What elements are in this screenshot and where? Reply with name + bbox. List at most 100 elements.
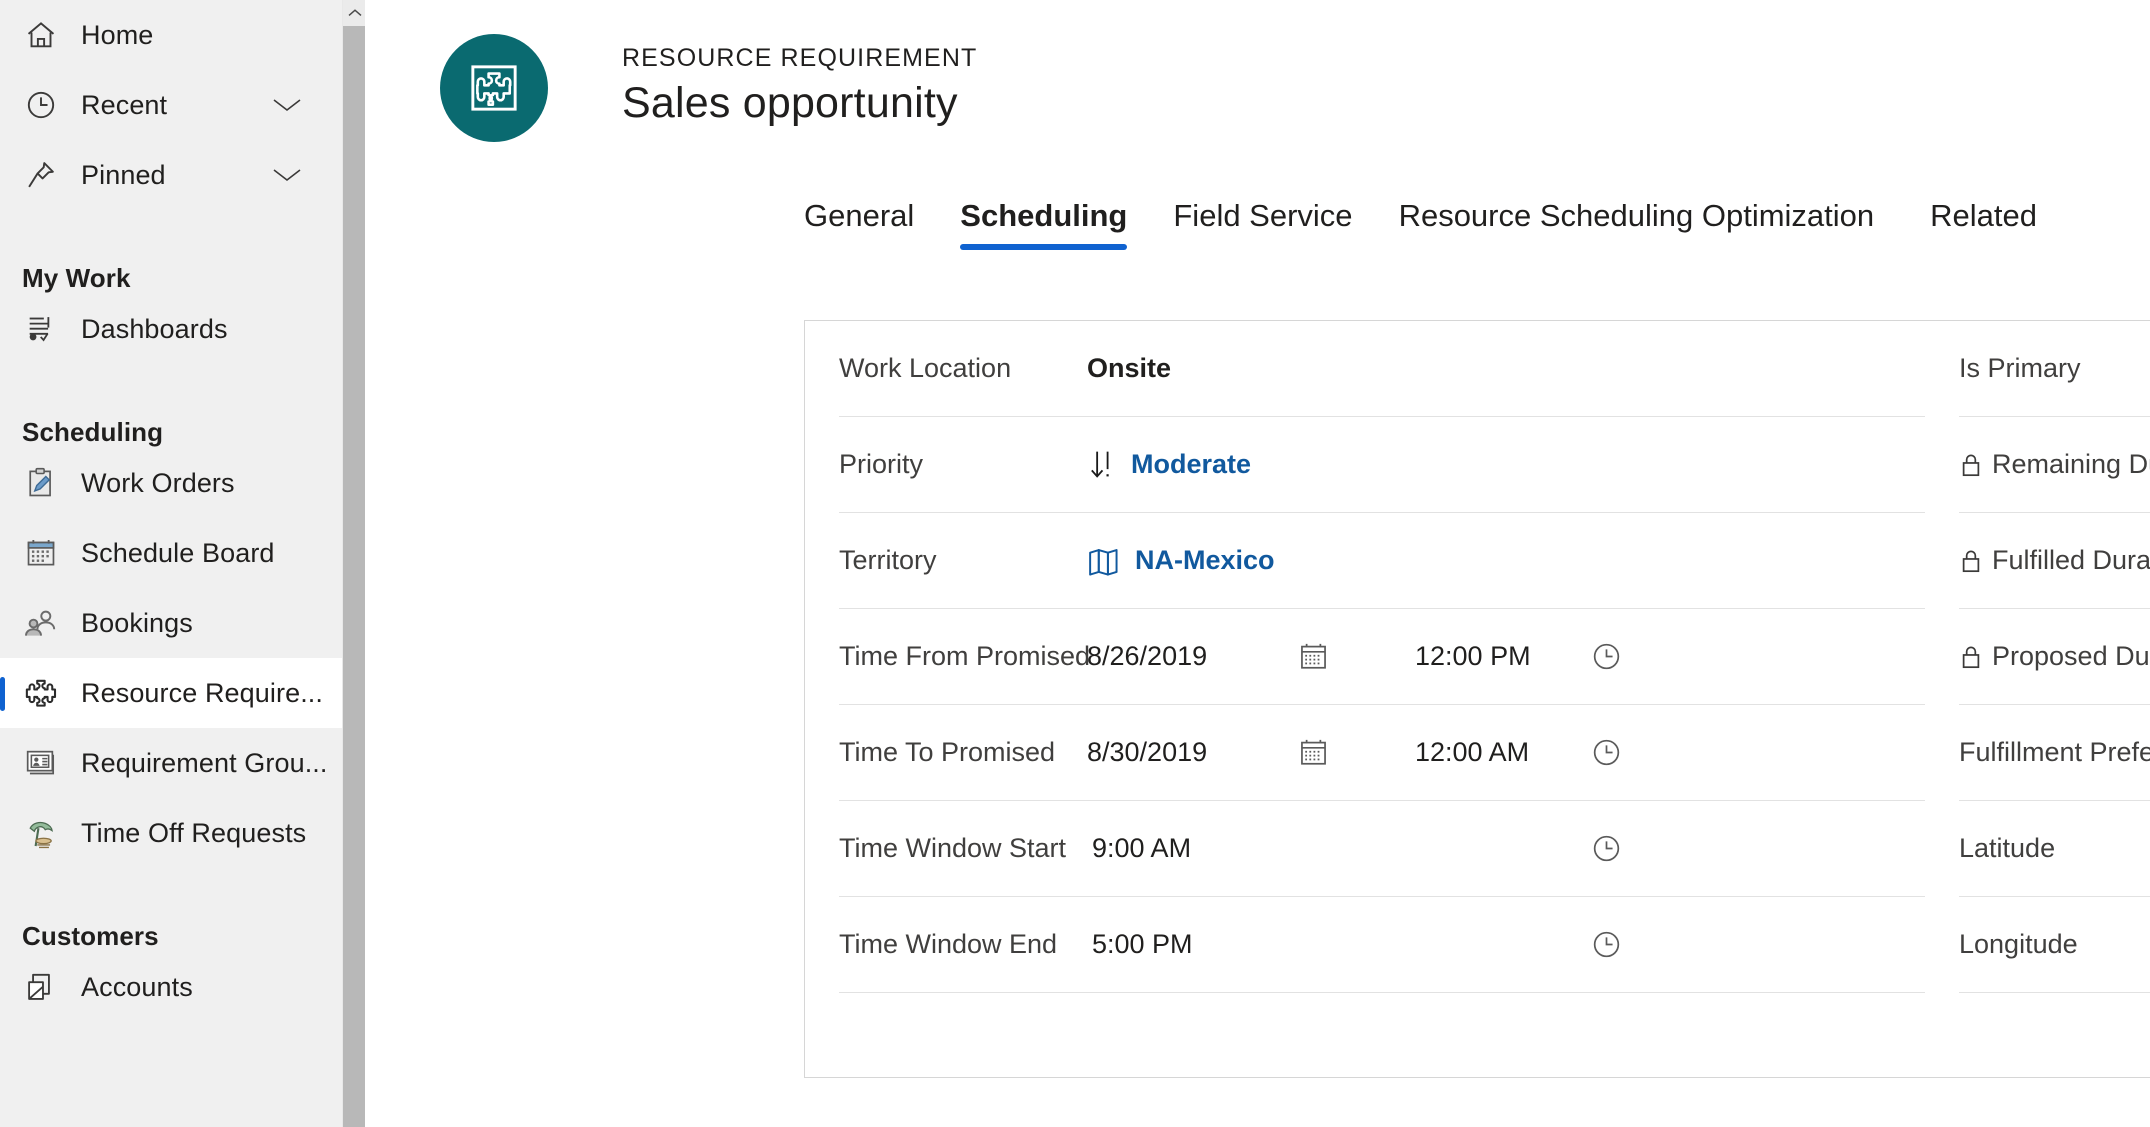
sidebar-item-label: Home [81,19,154,50]
sidebar-scroll-region: Home Recent Pinned My Work Dashboards Sc… [0,0,342,1127]
sidebar-scrollbar-thumb[interactable] [343,26,366,1127]
tab-scheduling[interactable]: Scheduling [960,198,1128,250]
field-fulfillment-preference[interactable]: Fulfillment Preference --- [1959,705,2150,801]
sidebar-group-my-work: My Work [22,263,131,293]
time-group: 9:00 AM [1087,832,1925,865]
field-value: NA-Mexico [1135,545,1275,575]
date-value[interactable]: 8/26/2019 [1087,641,1297,672]
selection-indicator [0,677,5,711]
map-icon [1087,546,1121,576]
time-value[interactable]: 12:00 AM [1415,737,1590,768]
sidebar-item-label: Work Orders [81,467,235,498]
field-longitude[interactable]: Longitude --- [1959,897,2150,993]
field-label: Priority [839,449,924,479]
field-time-to-promised[interactable]: Time To Promised 8/30/2019 12:00 AM [839,705,1925,801]
field-value: Onsite [1087,353,1172,383]
sidebar-item-label: Resource Require... [81,677,324,708]
sidebar-item-requirement-groups[interactable]: Requirement Grou... [0,728,342,798]
field-fulfilled-duration: Fulfilled Duration 0 minutes [1959,513,2150,609]
sidebar-item-label: Bookings [81,607,193,638]
clock-icon[interactable] [1590,640,1623,673]
sidebar-item-dashboards[interactable]: Dashboards [0,294,342,364]
lock-icon [1959,451,1983,479]
field-label: Work Location [839,353,1012,383]
field-value-container[interactable]: Moderate [1087,448,1251,482]
clock-icon [18,82,64,128]
field-territory[interactable]: Territory NA-Mexico [839,513,1925,609]
chevron-down-icon[interactable] [270,164,304,186]
field-label: Longitude [1959,929,2078,959]
form-tab-list: General Scheduling Field Service Resourc… [366,164,2150,250]
sidebar-item-home[interactable]: Home [0,0,342,70]
sidebar-item-schedule-board[interactable]: Schedule Board [0,518,342,588]
sidebar-group-scheduling: Scheduling [22,417,164,447]
dashboards-icon [18,306,64,352]
time-value[interactable]: 12:00 PM [1415,641,1590,672]
field-latitude[interactable]: Latitude --- [1959,801,2150,897]
lock-icon [1959,643,1983,671]
sidebar-item-time-off-requests[interactable]: Time Off Requests [0,798,342,868]
date-value[interactable]: 8/30/2019 [1087,737,1297,768]
sidebar-item-work-orders[interactable]: Work Orders [0,448,342,518]
field-label: Latitude [1959,833,2056,863]
tab-label: Field Service [1173,198,1353,233]
field-priority[interactable]: Priority Moderate [839,417,1925,513]
field-label: Is Primary [1959,353,2081,383]
tab-resource-scheduling-optimization[interactable]: Resource Scheduling Optimization [1399,198,1875,250]
sidebar-item-resource-requirements[interactable]: Resource Require... [0,658,342,728]
tab-related[interactable]: Related [1930,198,2037,250]
sidebar-item-accounts[interactable]: Accounts [0,952,342,1022]
column-gap [1925,321,1959,1077]
field-label: Fulfilled Duration [1992,545,2150,575]
calendar-icon[interactable] [1297,640,1415,673]
sidebar-scrollbar[interactable] [342,0,366,1127]
clock-icon[interactable] [1590,736,1623,769]
tab-label: Related [1930,198,2038,233]
requirement-group-card-icon [18,740,64,786]
app-root: Home Recent Pinned My Work Dashboards Sc… [0,0,2150,1127]
field-time-window-end[interactable]: Time Window End 5:00 PM [839,897,1925,993]
field-remaining-duration: Remaining Duration 0 minutes [1959,417,2150,513]
field-proposed-duration: Proposed Duration 0 minutes [1959,609,2150,705]
field-time-window-start[interactable]: Time Window Start 9:00 AM [839,801,1925,897]
field-label: Time To Promised [839,737,1056,767]
field-value: Moderate [1131,449,1252,479]
sidebar-item-recent[interactable]: Recent [0,70,342,140]
time-value[interactable]: 9:00 AM [1087,833,1590,864]
sidebar-item-bookings[interactable]: Bookings [0,588,342,658]
field-label: Time Window Start [839,833,1067,863]
sidebar-item-pinned[interactable]: Pinned [0,140,342,210]
datetime-group: 8/30/2019 12:00 AM [1087,736,1925,769]
priority-down-arrow-icon [1087,448,1117,482]
field-value-container[interactable]: NA-Mexico [1087,545,1275,576]
clock-icon[interactable] [1590,832,1623,865]
sidebar-item-label: Dashboards [81,313,228,344]
active-tab-indicator [960,244,1128,250]
record-header: RESOURCE REQUIREMENT Sales opportunity [366,0,2150,142]
field-label: Proposed Duration [1992,641,2150,671]
field-time-from-promised[interactable]: Time From Promised 8/26/2019 12:00 PM [839,609,1925,705]
form-column-right: Is Primary No Remaining Duration [1959,321,2150,1077]
field-label: Time Window End [839,929,1058,959]
field-label: Territory [839,545,937,575]
home-icon [18,12,64,58]
sidebar-group-customers: Customers [22,921,159,951]
scroll-up-button[interactable] [343,0,366,26]
datetime-group: 8/26/2019 12:00 PM [1087,640,1925,673]
clock-icon[interactable] [1590,928,1623,961]
tab-label: General [804,198,915,233]
page-title: Sales opportunity [622,79,958,127]
lock-icon [1959,547,1983,575]
site-map-sidebar: Home Recent Pinned My Work Dashboards Sc… [0,0,366,1127]
tab-field-service[interactable]: Field Service [1173,198,1352,250]
tab-general[interactable]: General [804,198,914,250]
field-work-location[interactable]: Work Location Onsite [839,321,1925,417]
calendar-icon[interactable] [1297,736,1415,769]
pin-icon [18,152,64,198]
chevron-down-icon[interactable] [270,94,304,116]
field-is-primary[interactable]: Is Primary No [1959,321,2150,417]
sidebar-item-label: Recent [81,89,168,120]
time-value[interactable]: 5:00 PM [1087,929,1590,960]
